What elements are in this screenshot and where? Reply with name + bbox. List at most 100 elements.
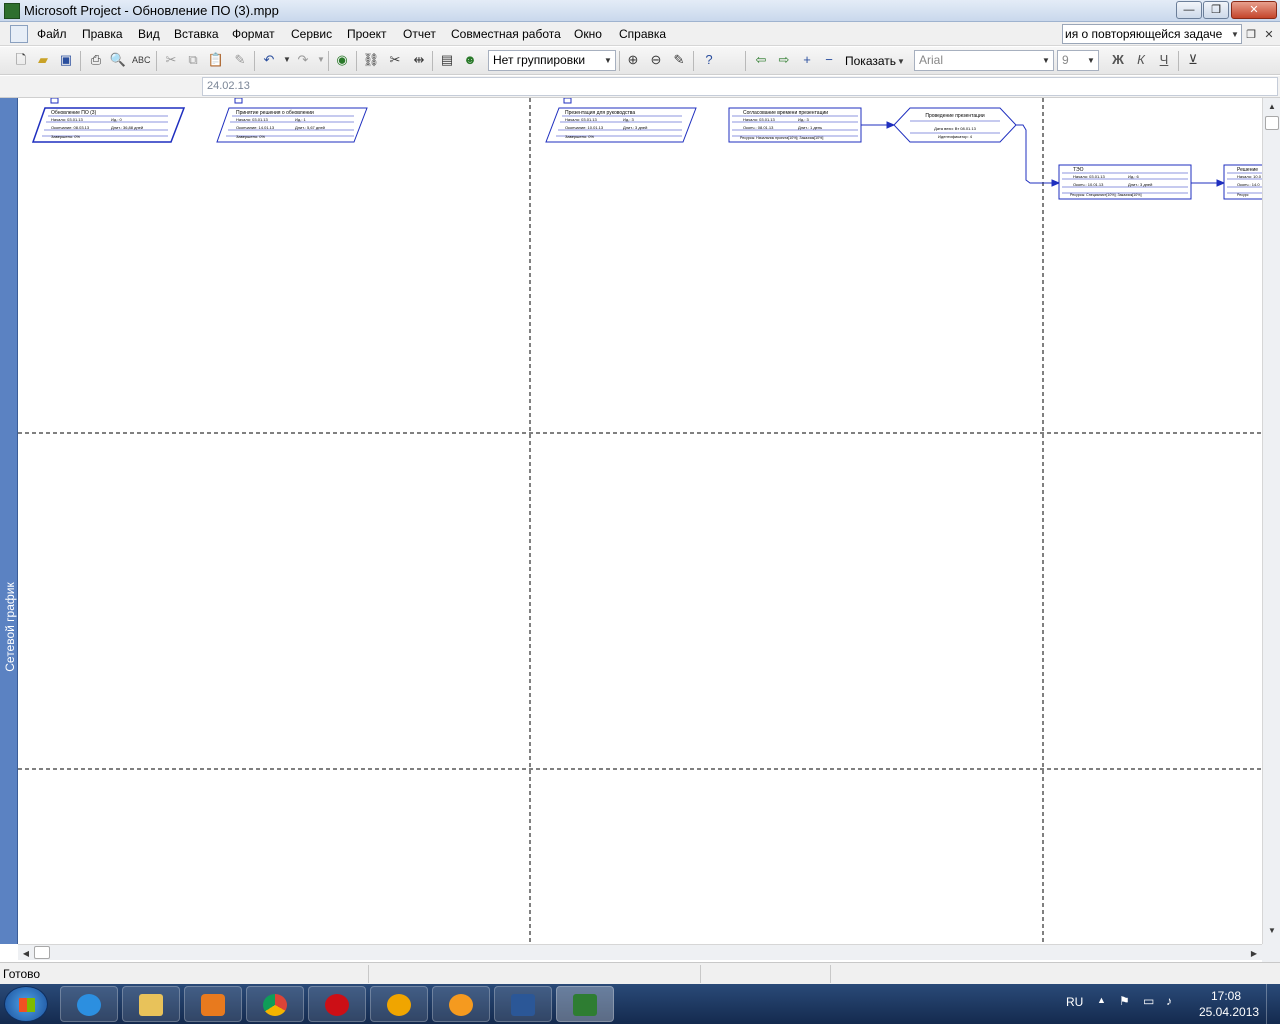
view-bar[interactable]: Сетевой график [0, 98, 18, 944]
save-icon[interactable]: ▣ [57, 51, 75, 69]
start-button[interactable] [4, 986, 48, 1022]
menu-project[interactable]: Проект [347, 27, 387, 41]
font-name-select[interactable]: Arial ▼ [914, 50, 1054, 71]
split-task-icon[interactable]: ⇹ [410, 51, 428, 69]
help-icon[interactable]: ? [700, 51, 718, 69]
taskbar-opera[interactable] [308, 986, 366, 1022]
unlink-tasks-icon[interactable]: ✂ [386, 51, 404, 69]
font-size-select[interactable]: 9 ▼ [1057, 50, 1099, 71]
dependency-arrow [1016, 124, 1061, 187]
windows-logo-icon [19, 998, 35, 1012]
print-icon[interactable]: ⎙ [87, 51, 105, 69]
open-folder-icon[interactable]: ▰ [34, 51, 52, 69]
redo-icon[interactable]: ↷ [294, 51, 312, 69]
minimize-button[interactable]: — [1176, 1, 1202, 19]
link-tasks-icon[interactable]: ⛓ [362, 51, 380, 69]
group-by-select[interactable]: Нет группировки ▼ [488, 50, 616, 71]
filter-icon[interactable]: ⊻ [1184, 51, 1202, 69]
taskbar-mail-agent[interactable] [432, 986, 490, 1022]
taskbar-file-explorer[interactable] [122, 986, 180, 1022]
taskbar-project[interactable] [556, 986, 614, 1022]
print-preview-icon[interactable]: 🔍 [109, 51, 127, 69]
menu-format[interactable]: Формат [232, 27, 275, 41]
close-button[interactable]: ✕ [1231, 1, 1277, 19]
outdent-icon[interactable]: ⇦ [752, 51, 770, 69]
node-field: Ид.: 6 [1128, 174, 1140, 179]
question-dropdown-arrow-icon[interactable]: ▼ [1228, 26, 1242, 42]
cut-icon[interactable]: ✂ [162, 51, 180, 69]
clock-time[interactable]: 17:08 [1211, 989, 1241, 1003]
new-file-icon[interactable]: 🗋 [12, 51, 30, 69]
menu-edit[interactable]: Правка [82, 27, 123, 41]
show-dropdown-icon[interactable]: ▼ [895, 53, 907, 67]
scroll-right-icon[interactable]: ▶ [1248, 945, 1260, 959]
indent-icon[interactable]: ⇨ [775, 51, 793, 69]
node-field: Окончание: 08.03.13 [51, 125, 90, 130]
show-desktop-button[interactable] [1266, 984, 1280, 1024]
node-field: Окончание: 14.01.13 [236, 125, 275, 130]
collapse-marker-icon [563, 98, 572, 104]
paste-icon[interactable]: 📋 [207, 51, 225, 69]
show-outline-button[interactable]: Показать [845, 54, 896, 68]
menu-help[interactable]: Справка [619, 27, 666, 41]
network-icon[interactable]: ▭ [1143, 994, 1154, 1008]
restore-button[interactable]: ❐ [1203, 1, 1229, 19]
menu-file[interactable]: Файл [37, 27, 67, 41]
vertical-scroll-thumb[interactable] [1265, 116, 1279, 130]
action-center-flag-icon[interactable]: ⚑ [1119, 994, 1130, 1008]
node-title: Решение [1237, 167, 1258, 173]
menu-view[interactable]: Вид [138, 27, 160, 41]
hide-subtasks-icon[interactable]: − [820, 51, 838, 69]
taskbar-word[interactable] [494, 986, 552, 1022]
scroll-down-icon[interactable]: ▼ [1265, 922, 1279, 936]
undo-icon[interactable]: ↶ [260, 51, 278, 69]
spelling-icon[interactable]: ABC [132, 51, 151, 69]
toolbar-separator [80, 51, 81, 71]
hyperlink-globe-icon[interactable]: ◉ [333, 51, 351, 69]
assign-resources-icon[interactable]: ☻ [461, 51, 479, 69]
horizontal-scroll-thumb[interactable] [34, 946, 50, 959]
scroll-up-icon[interactable]: ▲ [1265, 98, 1279, 112]
node-title: Проведение презентации [925, 113, 984, 119]
underline-button[interactable]: Ч [1155, 51, 1173, 69]
entry-field[interactable]: 24.02.13 [202, 77, 1278, 96]
network-node-summary: Презентация для руководства Начало: 03.0… [545, 107, 697, 143]
project-app-icon[interactable] [4, 3, 20, 19]
network-node-summary: Принятие решения о обновлении Начало: 03… [216, 107, 368, 143]
task-info-icon[interactable]: ▤ [438, 51, 456, 69]
language-indicator[interactable]: RU [1066, 995, 1083, 1009]
format-painter-icon[interactable]: ✎ [231, 51, 249, 69]
taskbar-chrome[interactable] [246, 986, 304, 1022]
menu-report[interactable]: Отчет [403, 27, 436, 41]
aimp-icon [387, 994, 411, 1016]
bold-button[interactable]: Ж [1109, 51, 1127, 69]
toolbar-separator [156, 51, 157, 71]
doc-close-icon[interactable]: ✕ [1262, 26, 1276, 42]
horizontal-scrollbar[interactable]: ◀ ▶ [18, 944, 1262, 960]
taskbar-internet-explorer[interactable] [60, 986, 118, 1022]
copy-icon[interactable]: ⧉ [184, 51, 202, 69]
media-player-icon [201, 994, 225, 1016]
taskbar-media-player[interactable] [184, 986, 242, 1022]
menu-insert[interactable]: Вставка [174, 27, 219, 41]
menu-collaborate[interactable]: Совместная работа [451, 27, 561, 41]
clock-date[interactable]: 25.04.2013 [1199, 1005, 1259, 1019]
taskbar-aimp[interactable] [370, 986, 428, 1022]
document-icon[interactable] [10, 25, 28, 43]
copy-picture-icon[interactable]: ✎ [670, 51, 688, 69]
toolbar-separator [356, 51, 357, 71]
doc-restore-icon[interactable]: ❐ [1244, 26, 1258, 42]
vertical-scrollbar[interactable]: ▲ ▼ [1262, 98, 1280, 944]
volume-icon[interactable]: ♪ [1166, 994, 1172, 1008]
italic-button[interactable]: К [1132, 51, 1150, 69]
menu-tools[interactable]: Сервис [291, 27, 332, 41]
network-diagram-canvas[interactable]: Обновление ПО (3) Начало: 03.01.13 Ид.: … [18, 98, 1262, 944]
zoom-in-icon[interactable]: ⊕ [624, 51, 642, 69]
node-field: Завершено: 0% [51, 134, 80, 139]
show-subtasks-icon[interactable]: + [798, 51, 816, 69]
ask-question-box[interactable]: ия о повторяющейся задаче [1062, 24, 1242, 44]
scroll-left-icon[interactable]: ◀ [20, 945, 32, 959]
show-hidden-icons-icon[interactable]: ▲ [1097, 995, 1106, 1005]
menu-window[interactable]: Окно [574, 27, 602, 41]
zoom-out-icon[interactable]: ⊖ [647, 51, 665, 69]
